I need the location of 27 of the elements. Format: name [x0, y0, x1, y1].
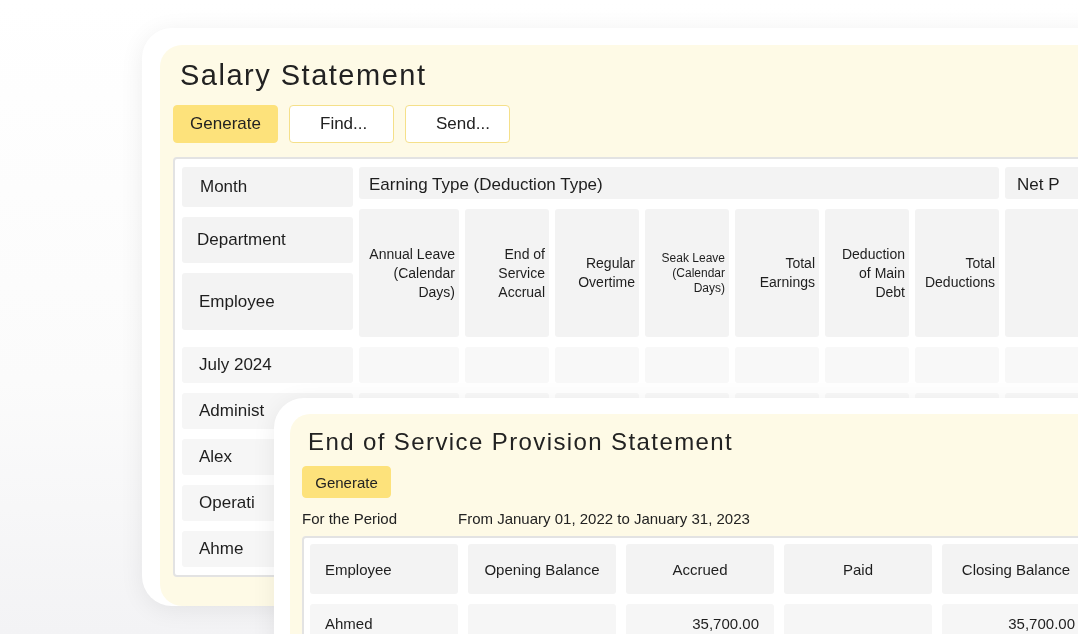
row-label: July 2024 [182, 347, 353, 383]
row-header: Employee [182, 273, 353, 330]
column-header: Total Earnings [735, 209, 819, 337]
column-header: Opening Balance [468, 544, 616, 594]
column-header: End of Service Accrual [465, 209, 549, 337]
column-header: Employee [310, 544, 458, 594]
generate-button[interactable]: Generate [173, 105, 278, 143]
toolbar-button[interactable]: Find... [289, 105, 394, 143]
column-header: Regular Overtime [555, 209, 639, 337]
toolbar-button[interactable]: Send... [405, 105, 510, 143]
period-value: From January 01, 2022 to January 31, 2023 [458, 510, 750, 527]
table-cell: 35,700.00 [942, 604, 1078, 634]
row-header: Department [182, 217, 353, 263]
generate-button[interactable]: Generate [302, 466, 391, 498]
window-title: Salary Statement [180, 59, 428, 93]
table-cell: Ahmed [310, 604, 458, 634]
column-header: Deduction of Main Debt [825, 209, 909, 337]
row-header: Month [182, 167, 353, 207]
column-header: Paid [784, 544, 932, 594]
column-header: Annual Leave (Calendar Days) [359, 209, 459, 337]
column-header: Seak Leave (Calendar Days) [645, 209, 729, 337]
column-group-header: Earning Type (Deduction Type) [359, 167, 999, 199]
column-header: Accrued [626, 544, 774, 594]
column-header: Total Deductions [915, 209, 999, 337]
table-cell: 35,700.00 [626, 604, 774, 634]
column-header: Closing Balance [942, 544, 1078, 594]
column-header: Net P [1005, 167, 1078, 199]
